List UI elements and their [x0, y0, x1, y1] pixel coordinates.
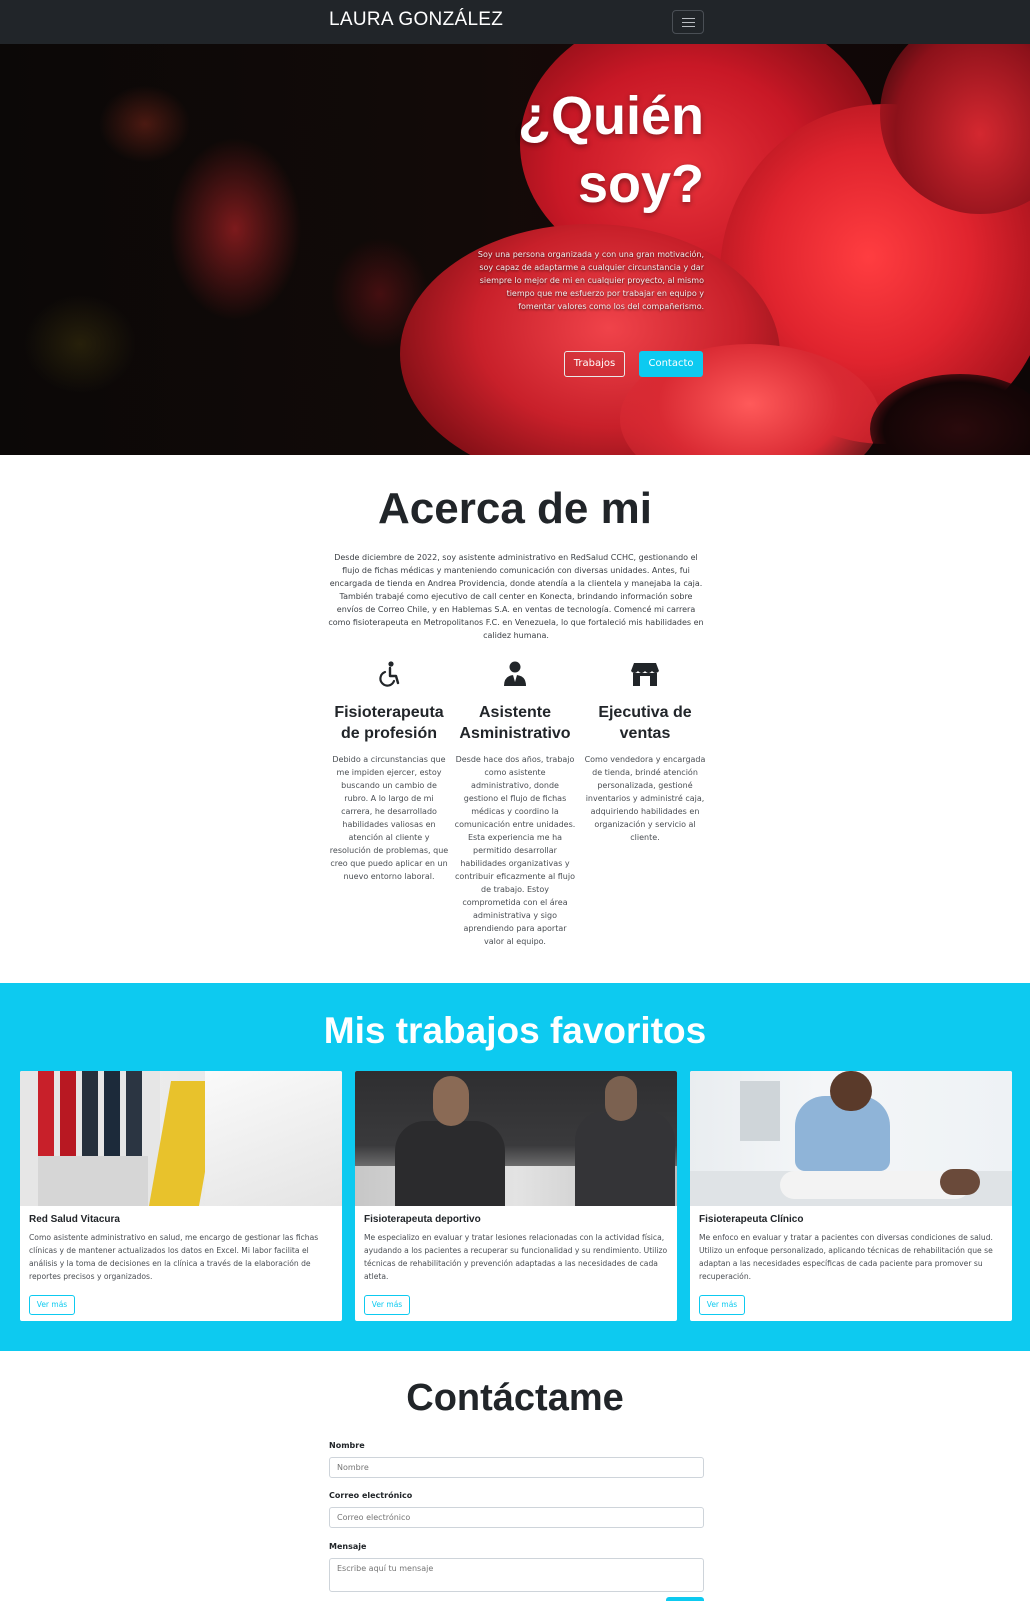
hero-title: ¿Quién soy?	[464, 82, 704, 218]
feature-title: Asistente Asministrativo	[459, 704, 571, 742]
card-text: Como asistente administrativo en salud, …	[29, 1233, 319, 1281]
clinical-physio-image	[690, 1071, 1012, 1206]
hero-title-line1: ¿Quién	[518, 86, 704, 146]
card-text: Me enfoco en evaluar y tratar a paciente…	[699, 1233, 993, 1281]
submit-button[interactable]	[666, 1597, 704, 1601]
about-title: Acerca de mi	[378, 484, 652, 533]
card-title: Fisioterapeuta deportivo	[364, 1214, 481, 1225]
see-more-button[interactable]: Ver más	[29, 1295, 75, 1315]
hero-title-line2: soy?	[577, 154, 704, 214]
feature-text: Debido a circunstancias que me impiden e…	[329, 755, 449, 881]
feature-text: Como vendedora y encargada de tienda, br…	[584, 755, 706, 842]
hamburger-icon	[682, 18, 695, 19]
person-suit-icon	[504, 661, 526, 686]
navbar: LAURA GONZÁLEZ	[0, 0, 1030, 44]
feature-title: Ejecutiva de ventas	[598, 704, 692, 742]
message-label: Mensaje	[329, 1542, 367, 1551]
contact-title: Contáctame	[406, 1377, 624, 1419]
feature-admin: Asistente Asministrativo Desde hace dos …	[454, 660, 576, 948]
email-label: Correo electrónico	[329, 1491, 413, 1500]
works-button[interactable]: Trabajos	[564, 351, 625, 377]
message-textarea[interactable]	[329, 1558, 704, 1592]
feature-physio: Fisioterapeuta de profesión Debido a cir…	[328, 660, 450, 883]
folders-image	[20, 1071, 342, 1206]
card-text: Me especializo en evaluar y tratar lesio…	[364, 1233, 668, 1281]
work-card-red-salud: Red Salud Vitacura Como asistente admini…	[20, 1071, 342, 1321]
navbar-toggle-button[interactable]	[672, 10, 704, 34]
name-input[interactable]	[329, 1457, 704, 1478]
work-card-clinical-physio: Fisioterapeuta Clínico Me enfoco en eval…	[690, 1071, 1012, 1321]
email-input[interactable]	[329, 1507, 704, 1528]
see-more-button[interactable]: Ver más	[699, 1295, 745, 1315]
hero-section: ¿Quién soy? Soy una persona organizada y…	[0, 44, 1030, 455]
name-label: Nombre	[329, 1441, 365, 1450]
brand-logo[interactable]: LAURA GONZÁLEZ	[329, 9, 503, 31]
works-title: Mis trabajos favoritos	[323, 1010, 707, 1051]
card-title: Fisioterapeuta Clínico	[699, 1214, 804, 1225]
card-title: Red Salud Vitacura	[29, 1214, 120, 1225]
work-card-sports-physio: Fisioterapeuta deportivo Me especializo …	[355, 1071, 677, 1321]
wheelchair-icon	[379, 661, 400, 687]
about-description: Desde diciembre de 2022, soy asistente a…	[328, 553, 704, 640]
hero-description: Soy una persona organizada y con una gra…	[477, 250, 704, 311]
feature-text: Desde hace dos años, trabajo como asiste…	[454, 755, 576, 946]
contact-button[interactable]: Contacto	[639, 351, 703, 377]
works-section: Mis trabajos favoritos Red Salud Vitacur…	[0, 983, 1030, 1351]
see-more-button[interactable]: Ver más	[364, 1295, 410, 1315]
feature-title: Fisioterapeuta de profesión	[334, 704, 444, 742]
sports-physio-image	[355, 1071, 677, 1206]
feature-sales: Ejecutiva de ventas Como vendedora y enc…	[584, 660, 706, 844]
shop-icon	[631, 663, 659, 686]
